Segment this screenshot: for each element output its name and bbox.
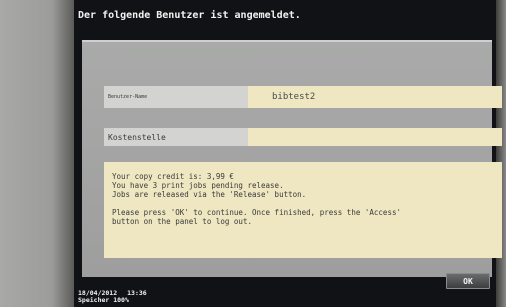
touch-screen: Der folgende Benutzer ist angemeldet. Be… xyxy=(74,0,502,307)
status-footer: 18/04/2012 13:36 Speicher 100% xyxy=(78,290,147,304)
memory-value: 100% xyxy=(113,296,129,304)
message-line-continue: Please press 'OK' to continue. Once fini… xyxy=(112,208,401,217)
info-message: Your copy credit is: 3,99 € You have 3 p… xyxy=(104,162,502,258)
message-line-credit: Your copy credit is: 3,99 € xyxy=(112,172,234,181)
cost-center-field[interactable] xyxy=(248,128,502,146)
message-line-logout: button on the panel to log out. xyxy=(112,217,252,226)
memory-label: Speicher xyxy=(78,296,110,304)
user-info-panel: Benutzer-Name bibtest2 Kostenstelle Your… xyxy=(82,40,502,277)
user-name-value: bibtest2 xyxy=(248,86,502,108)
cost-center-label: Kostenstelle xyxy=(104,128,248,146)
message-line-pending: You have 3 print jobs pending release. xyxy=(112,181,284,190)
time-text: 13:36 xyxy=(127,289,147,297)
user-name-row: Benutzer-Name bibtest2 xyxy=(104,86,502,108)
logged-in-header: Der folgende Benutzer ist angemeldet. xyxy=(78,10,301,21)
user-name-label: Benutzer-Name xyxy=(104,86,248,108)
cost-center-row[interactable]: Kostenstelle xyxy=(104,128,502,146)
device-bezel-left xyxy=(0,0,74,307)
device-bezel-right xyxy=(496,0,506,307)
message-line-release: Jobs are released via the 'Release' butt… xyxy=(112,190,307,199)
ok-button[interactable]: OK xyxy=(446,273,490,289)
